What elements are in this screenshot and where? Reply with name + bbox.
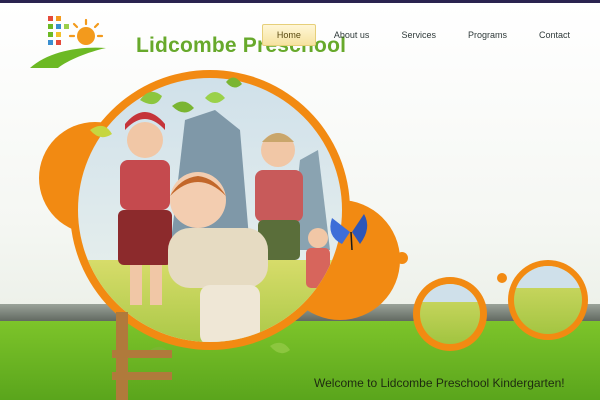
- nav-home[interactable]: Home: [261, 24, 316, 46]
- small-photo-circle: [413, 277, 487, 351]
- decor-dot: [396, 252, 408, 264]
- nav-programs[interactable]: Programs: [454, 24, 521, 46]
- welcome-message: Welcome to Lidcombe Preschool Kindergart…: [314, 376, 565, 390]
- decor-dot: [497, 273, 507, 283]
- nav-contact[interactable]: Contact: [525, 24, 584, 46]
- nav-services[interactable]: Services: [387, 24, 450, 46]
- hero-photo-frame: [39, 70, 400, 350]
- hero-illustration: [39, 70, 588, 400]
- main-nav: Home About us Services Programs Contact: [258, 24, 584, 46]
- small-photo-circle: [508, 260, 588, 340]
- nav-about-us[interactable]: About us: [320, 24, 384, 46]
